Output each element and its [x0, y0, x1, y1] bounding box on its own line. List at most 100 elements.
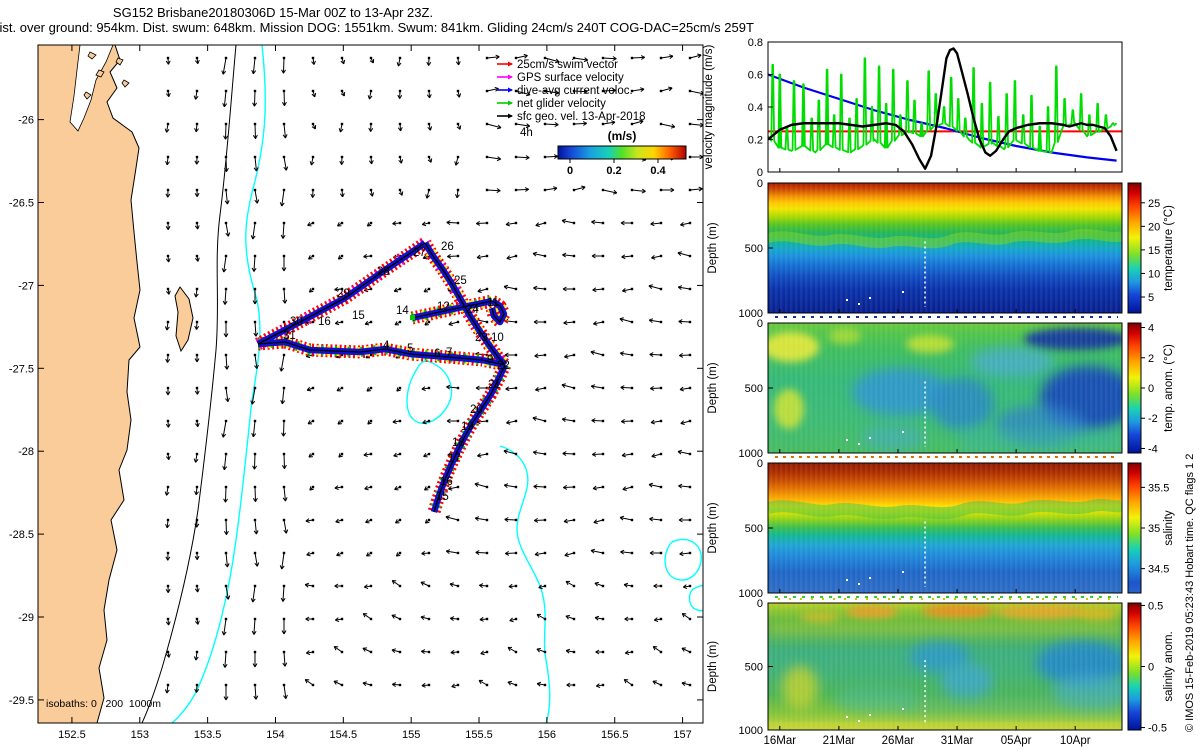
data-gap-dot [869, 577, 871, 579]
lat-tick-label: -28 [18, 446, 34, 458]
data-gap-dot [902, 708, 904, 710]
dive-number: 29 [337, 288, 350, 300]
data-gap-dot [846, 439, 848, 441]
dive-number: 24 [466, 304, 479, 316]
dive-number: 7 [446, 347, 452, 359]
dive-number: 16 [318, 316, 331, 328]
lon-tick-label: 156 [538, 729, 556, 741]
vector-shaft [226, 520, 227, 535]
dive-number: 4 [383, 340, 390, 352]
lat-tick-label: -27.5 [9, 363, 34, 375]
vector-shaft [574, 123, 587, 124]
dive-number: 27 [413, 247, 426, 259]
vector-head [365, 324, 369, 325]
cbar-tick-label: 25 [1148, 198, 1160, 210]
texture [768, 603, 1122, 730]
cbar-tick-label: 0 [1148, 383, 1154, 395]
vector-shaft [534, 486, 545, 487]
vector-shaft [255, 124, 256, 139]
date-tick-label: 05Apr [1001, 735, 1032, 747]
velocity-tick-label: 0.2 [748, 135, 763, 147]
velocity-magnitude-panel [768, 42, 1122, 172]
vector-shaft [284, 91, 285, 106]
cbar-tick-label: 34.5 [1148, 564, 1169, 576]
cbar-label: temp. anom. (°C) [1163, 344, 1175, 432]
cbar-tick-label: -2 [1148, 413, 1158, 425]
cbar-label: salinity [1163, 510, 1175, 545]
dive-number: 28 [377, 266, 390, 278]
velocity-tick-label: 0.6 [748, 70, 763, 82]
dive-number: 23 [475, 332, 488, 344]
vector-shaft [254, 454, 255, 469]
dive-number: 19 [461, 421, 474, 433]
cbar-tick-label: 2 [1148, 353, 1154, 365]
vector-shaft [621, 387, 632, 388]
lon-tick-label: 155.5 [465, 729, 493, 741]
temperature-heatmap [768, 183, 1122, 313]
salinity-anomaly-heatmap [768, 603, 1132, 730]
vector-shaft [516, 157, 529, 158]
cbar-tick-label: 4 [1148, 323, 1154, 335]
dive-number: 11 [487, 297, 499, 309]
lon-tick-label: 155 [402, 729, 420, 741]
cbar-tick-label: 5 [1148, 292, 1154, 304]
data-gap-dot [858, 443, 860, 445]
vector-head [537, 648, 541, 649]
data-gap-dot [846, 716, 848, 718]
depth-tick-label: 500 [745, 523, 763, 535]
vector-shaft [225, 124, 226, 139]
depth-ylabel: Depth (m) [707, 502, 719, 553]
colorbar-tick-label: 0 [567, 165, 573, 177]
cbar-tick-label: 0.5 [1148, 600, 1163, 612]
vector-head [566, 615, 570, 616]
depth-tick-label: 1000 [739, 725, 763, 737]
vector-shaft [284, 454, 285, 469]
dive-number: 5 [407, 343, 413, 355]
legend-item-label: 25cm/s swim vector [517, 59, 618, 71]
vector-shaft [283, 58, 284, 73]
data-gap-dot [902, 431, 904, 433]
vector-shaft [255, 487, 256, 502]
vector-shaft [225, 487, 226, 502]
figure-root: SG152 Brisbane20180306D 15-Mar 00Z to 13… [0, 0, 1200, 750]
dive-number: 16 [440, 476, 453, 488]
dive-number: 22 [497, 360, 510, 372]
lon-tick-label: 154.5 [330, 729, 358, 741]
salinity-colorbar [1128, 463, 1141, 593]
lon-tick-label: 154 [266, 729, 284, 741]
cbar-tick-label: 15 [1148, 245, 1160, 257]
dive-number: 9 [487, 354, 493, 366]
vector-shaft [650, 354, 661, 355]
velocity-ylabel: velocity magnitude (m/s) [703, 45, 715, 170]
colorbar-tick-label: 0.4 [650, 165, 666, 177]
vector-shaft [592, 420, 603, 421]
lon-tick-label: 152.5 [58, 729, 86, 741]
depth-tick-label: 0 [757, 598, 763, 610]
lon-tick-label: 153 [131, 729, 149, 741]
dive-number: 10 [491, 332, 504, 344]
figure-title: SG152 Brisbane20180306D 15-Mar 00Z to 13… [113, 5, 433, 20]
temperature-colorbar [1128, 183, 1141, 313]
vector-shaft [545, 124, 558, 125]
dive-number: 30 [290, 316, 303, 328]
legend-item-label: sfc geo. vel. 13-Apr-2018 [517, 111, 646, 123]
cbar-tick-label: 35.5 [1148, 482, 1169, 494]
dive-number: 21 [488, 379, 501, 391]
lat-tick-label: -26 [18, 115, 34, 127]
cbar-label: temperature (°C) [1163, 205, 1175, 291]
dive-number: 20 [470, 404, 483, 416]
vector-shaft [447, 222, 458, 223]
legend-colorbar-title: (m/s) [608, 129, 637, 143]
vector-shaft [254, 91, 255, 106]
vector-shaft [516, 189, 529, 190]
vector-shaft [679, 321, 690, 322]
cbar-tick-label: 10 [1148, 268, 1160, 280]
dive-number: 12 [437, 301, 450, 313]
velocity-tick-label: 0.8 [748, 37, 763, 49]
vector-shaft [632, 57, 645, 58]
temp_anom-colorbar [1128, 323, 1141, 453]
depth-tick-label: 0 [757, 318, 763, 330]
map-panel: 2625272829303116151412112423102221201918… [9, 45, 713, 741]
cbar-tick-label: -4 [1148, 443, 1158, 455]
vector-head [402, 191, 403, 195]
